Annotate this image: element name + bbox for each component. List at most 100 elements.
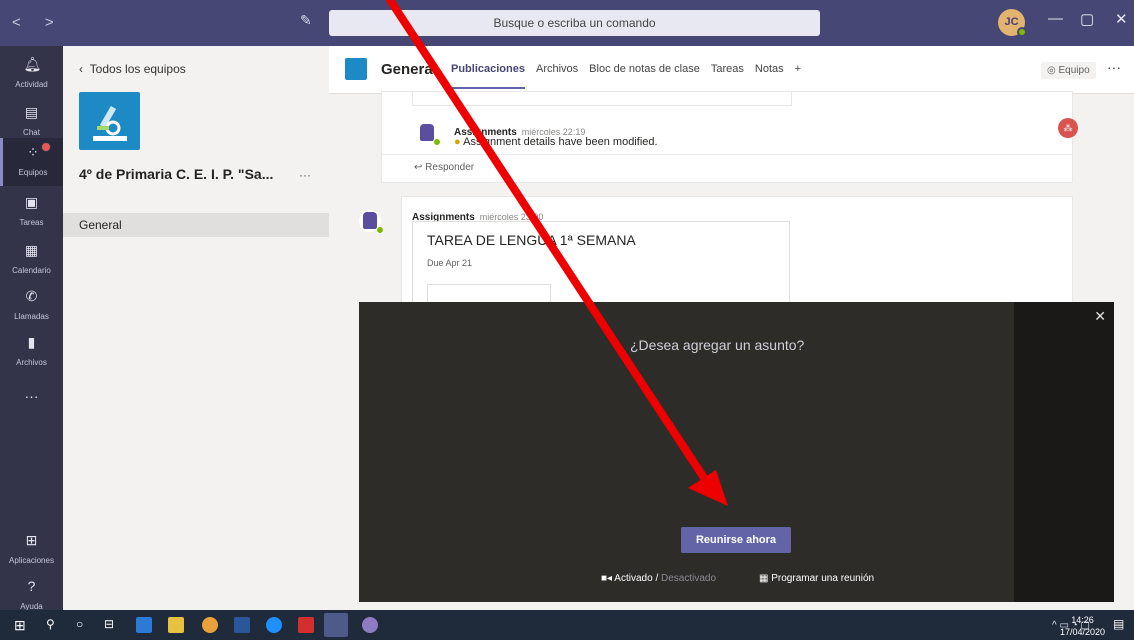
backpack-icon bbox=[363, 212, 377, 229]
tab-notas[interactable]: Notas bbox=[755, 63, 784, 89]
cortana-icon[interactable]: ○ bbox=[76, 617, 92, 633]
microscope-icon bbox=[93, 105, 127, 141]
reply-icon: ↩ bbox=[414, 162, 426, 173]
new-chat-icon[interactable]: ✎ bbox=[300, 12, 318, 30]
post-assignment-modified: Assignments miércoles 22:19 ● Assignment … bbox=[381, 91, 1078, 183]
camera-separator: / bbox=[655, 573, 659, 584]
backpack-icon bbox=[420, 124, 434, 141]
eye-icon: ◎ bbox=[1047, 65, 1059, 76]
post-assignment-card: Assignments miércoles 23:00 TAREA DE LENG… bbox=[401, 196, 1073, 307]
channel-header: General Publicaciones Archivos Bloc de n… bbox=[329, 46, 1134, 94]
avatar-initials: JC bbox=[1004, 16, 1019, 28]
schedule-meeting-link[interactable]: ▦ Programar una reunión bbox=[759, 573, 874, 584]
rail-label: Llamadas bbox=[14, 312, 49, 321]
teams-taskbar-icon[interactable] bbox=[324, 613, 348, 637]
edge-icon[interactable] bbox=[136, 617, 152, 633]
view-assignment-button[interactable] bbox=[427, 284, 551, 304]
rail-item-actividad[interactable]: 🔔︎ Actividad bbox=[0, 50, 63, 98]
tab-publicaciones[interactable]: Publicaciones bbox=[451, 63, 525, 89]
teams-panel: ‹ Todos los equipos 4º de Primaria C. E.… bbox=[63, 46, 329, 610]
previous-card-edge bbox=[412, 92, 792, 106]
add-tab-button[interactable]: + bbox=[795, 63, 801, 89]
post-text: Assignment details have been modified. bbox=[463, 136, 658, 148]
assignments-bot-avatar[interactable] bbox=[416, 122, 441, 146]
reply-link[interactable]: ↩ Responder bbox=[414, 162, 474, 173]
notification-badge bbox=[41, 142, 51, 152]
rail-item-tareas[interactable]: ▣ Tareas bbox=[0, 188, 63, 236]
rail-label: Archivos bbox=[16, 358, 47, 367]
team-more-options-icon[interactable]: ··· bbox=[299, 168, 311, 182]
assignments-bot-avatar[interactable] bbox=[359, 210, 384, 234]
tab-bloc-de-notas[interactable]: Bloc de notas de clase bbox=[589, 63, 700, 89]
rail-label: Chat bbox=[23, 128, 40, 137]
back-label: Todos los equipos bbox=[89, 62, 186, 76]
windows-taskbar: ⊞ ⚲ ○ ⊟ ^ ▭ ◔ ▢ 14:26 17/04/2020 ▤ bbox=[0, 610, 1134, 640]
camera-toggle[interactable]: ■◂ Activado / Desactivado bbox=[601, 573, 716, 584]
apps-icon: ⊞ bbox=[25, 532, 38, 548]
post-divider bbox=[382, 154, 1072, 155]
rail-item-calendario[interactable]: ▦ Calendario bbox=[0, 236, 63, 284]
notifications-icon[interactable]: ▤ bbox=[1113, 617, 1129, 633]
team-logo bbox=[79, 92, 140, 150]
clock[interactable]: 14:26 17/04/2020 bbox=[1060, 614, 1105, 638]
maximize-icon[interactable]: ▢ bbox=[1080, 10, 1094, 28]
bell-icon: 🔔︎ bbox=[23, 56, 42, 72]
team-name[interactable]: 4º de Primaria C. E. I. P. "Sa... bbox=[79, 166, 273, 182]
clock-time: 14:26 bbox=[1071, 615, 1094, 625]
presence-indicator bbox=[376, 226, 384, 234]
chat-icon: ▤ bbox=[24, 104, 39, 120]
rail-label: Tareas bbox=[19, 218, 44, 227]
task-view-icon[interactable]: ⊟ bbox=[104, 617, 120, 633]
chrome-icon[interactable] bbox=[202, 617, 218, 633]
presence-indicator bbox=[433, 138, 441, 146]
header-more-icon[interactable]: ··· bbox=[1107, 59, 1121, 75]
search-input[interactable]: Busque o escriba un comando bbox=[329, 10, 820, 36]
acrobat-icon[interactable] bbox=[298, 617, 314, 633]
rail-item-equipos[interactable]: ⁘ Equipos bbox=[0, 138, 63, 186]
close-window-icon[interactable]: ✕ bbox=[1115, 10, 1128, 28]
file-explorer-icon[interactable] bbox=[168, 617, 184, 633]
back-to-teams-link[interactable]: ‹ Todos los equipos bbox=[79, 62, 186, 76]
camera-preview bbox=[1014, 302, 1114, 602]
search-icon[interactable]: ⚲ bbox=[46, 617, 62, 633]
channel-team-icon bbox=[345, 58, 367, 80]
subject-input[interactable]: ¿Desea agregar un asunto? bbox=[630, 337, 804, 353]
rail-item-llamadas[interactable]: ✆ Llamadas bbox=[0, 282, 63, 330]
paint-icon[interactable] bbox=[362, 617, 378, 633]
history-arrows[interactable]: < > bbox=[12, 14, 64, 31]
minimize-icon[interactable]: — bbox=[1048, 10, 1063, 27]
camera-off-label: Desactivado bbox=[661, 573, 717, 584]
rail-label: Equipos bbox=[18, 168, 48, 177]
rail-item-aplicaciones[interactable]: ⊞ Aplicaciones bbox=[0, 526, 63, 574]
word-icon[interactable] bbox=[234, 617, 250, 633]
phone-icon: ✆ bbox=[25, 288, 38, 304]
windows-start-icon[interactable]: ⊞ bbox=[14, 617, 30, 633]
close-icon[interactable]: ✕ bbox=[1094, 308, 1106, 325]
video-camera-icon: ■◂ bbox=[601, 573, 615, 584]
camera-on-label: Activado bbox=[614, 573, 653, 584]
more-apps-button[interactable]: ··· bbox=[0, 382, 63, 406]
meet-now-button[interactable]: Reunirse ahora bbox=[681, 527, 791, 553]
title-bar: < > ✎ Busque o escriba un comando JC — ▢… bbox=[0, 0, 1134, 46]
calendar-icon: ▦ bbox=[24, 242, 39, 258]
tab-tareas[interactable]: Tareas bbox=[711, 63, 744, 89]
internet-explorer-icon[interactable] bbox=[266, 617, 282, 633]
clock-date: 17/04/2020 bbox=[1060, 627, 1106, 637]
meet-now-dialog: ✕ ¿Desea agregar un asunto? Reunirse aho… bbox=[359, 302, 1114, 602]
backpack-icon: ▣ bbox=[24, 194, 39, 210]
tab-archivos[interactable]: Archivos bbox=[536, 63, 578, 89]
assignment-due: Due Apr 21 bbox=[427, 258, 473, 268]
channel-item-general[interactable]: General bbox=[63, 213, 329, 237]
participants-icon[interactable]: ⁂ bbox=[1058, 118, 1078, 138]
rail-item-archivos[interactable]: ▮ Archivos bbox=[0, 328, 63, 376]
teams-icon: ⁘ bbox=[27, 144, 39, 160]
app-rail: 🔔︎ Actividad ▤ Chat ⁘ Equipos ▣ Tareas ▦… bbox=[0, 46, 63, 611]
calendar-icon: ▦ bbox=[759, 573, 772, 584]
user-avatar[interactable]: JC bbox=[998, 9, 1027, 37]
assignment-card[interactable]: TAREA DE LENGUA 1ª SEMANA Due Apr 21 bbox=[412, 221, 790, 307]
channel-tabs: Publicaciones Archivos Bloc de notas de … bbox=[451, 63, 801, 89]
schedule-label: Programar una reunión bbox=[771, 573, 875, 584]
team-button[interactable]: ◎ Equipo bbox=[1041, 62, 1096, 79]
channel-title: General bbox=[381, 61, 437, 78]
rail-label: Aplicaciones bbox=[9, 556, 54, 565]
